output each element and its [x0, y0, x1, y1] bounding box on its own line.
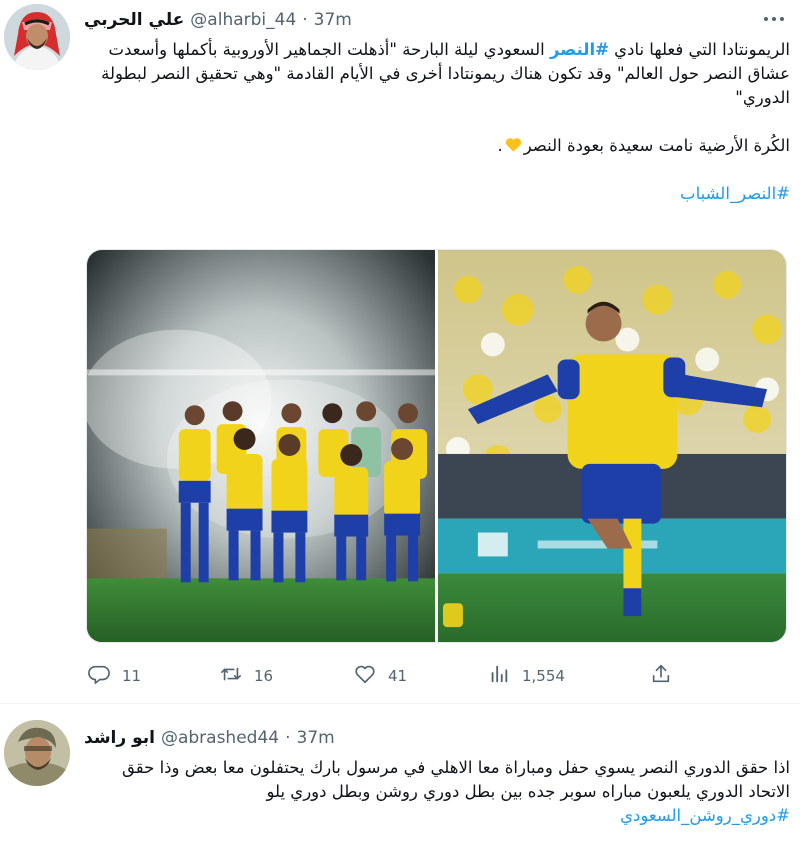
tweet-header: ابو راشد @abrashed44 · 37m: [84, 724, 335, 752]
tweet-1[interactable]: علي الحربي @alharbi_44 · 37m الريمونتادا…: [0, 0, 800, 703]
avatar[interactable]: [4, 720, 70, 786]
tweet-paragraph: الريمونتادا التي فعلها نادي #النصر السعو…: [84, 38, 790, 110]
share-icon: [650, 663, 672, 689]
hashtag-link[interactable]: #النصر_الشباب: [680, 184, 790, 203]
timestamp[interactable]: 37m: [297, 728, 335, 748]
tweet-text: الريمونتادا التي فعلها نادي #النصر السعو…: [84, 38, 790, 206]
celebration-photo[interactable]: [438, 250, 786, 642]
media-grid: [86, 249, 787, 643]
tweet-text: اذا حقق الدوري النصر يسوي حفل ومباراة مع…: [84, 756, 790, 828]
yellow-heart-icon: [505, 136, 522, 152]
reply-icon: [88, 663, 110, 689]
text-segment: الريمونتادا التي فعلها نادي: [608, 40, 790, 59]
reply-count: 11: [122, 667, 142, 685]
views-count: 1,554: [522, 667, 565, 685]
separator-dot: ·: [285, 728, 291, 748]
hashtag-link[interactable]: #دوري_روشن_السعودي: [620, 806, 790, 825]
avatar[interactable]: [4, 4, 70, 70]
like-button[interactable]: 41: [354, 660, 407, 692]
separator-dot: ·: [302, 10, 308, 30]
reply-button[interactable]: 11: [88, 660, 141, 692]
retweet-count: 16: [254, 667, 274, 685]
views-icon: [488, 663, 510, 689]
share-button[interactable]: [650, 660, 672, 692]
retweet-button[interactable]: 16: [220, 660, 273, 692]
tweet-actions: 11 16 41 1,554: [84, 660, 674, 692]
text-segment: .: [497, 136, 503, 155]
tweet-header: علي الحربي @alharbi_44 · 37m: [84, 6, 352, 34]
team-photo[interactable]: [87, 250, 435, 642]
retweet-icon: [220, 663, 242, 689]
views-button[interactable]: 1,554: [488, 660, 565, 692]
display-name[interactable]: ابو راشد: [84, 728, 155, 748]
tweet-paragraph: #النصر_الشباب: [84, 182, 790, 206]
hashtag-link[interactable]: #النصر: [550, 40, 609, 59]
text-segment: الكُرة الأرضية نامت سعيدة بعودة النصر: [523, 136, 790, 155]
display-name[interactable]: علي الحربي: [84, 10, 184, 30]
user-handle[interactable]: @abrashed44: [161, 728, 279, 748]
more-icon[interactable]: [760, 8, 788, 30]
timestamp[interactable]: 37m: [314, 10, 352, 30]
tweet-paragraph: الكُرة الأرضية نامت سعيدة بعودة النصر.: [84, 134, 790, 158]
like-count: 41: [388, 667, 408, 685]
heart-icon: [354, 663, 376, 689]
user-handle[interactable]: @alharbi_44: [190, 10, 296, 30]
tweet-paragraph: اذا حقق الدوري النصر يسوي حفل ومباراة مع…: [122, 758, 790, 801]
